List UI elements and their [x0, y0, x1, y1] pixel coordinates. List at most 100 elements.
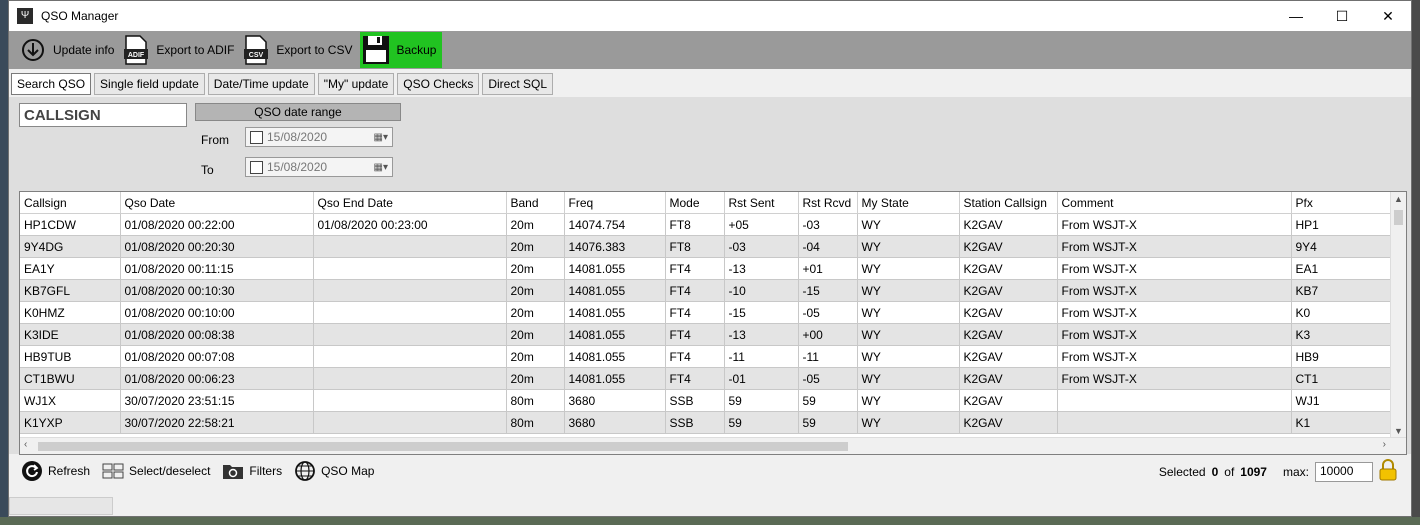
horizontal-scroll-thumb[interactable] — [38, 442, 848, 451]
cell-rst-sent: 59 — [724, 389, 799, 412]
table-row[interactable]: HP1CDW 01/08/2020 00:22:00 01/08/2020 00:2… — [20, 213, 1392, 236]
update-info-button[interactable]: Update info — [19, 32, 114, 68]
cell-rst-rcvd: -11 — [798, 345, 858, 368]
tab-my-update[interactable]: "My" update — [317, 73, 395, 95]
search-panel: CALLSIGN QSO date range From 15/08/2020 … — [9, 97, 1411, 455]
column-header-station-callsign[interactable]: Station Callsign — [959, 192, 1058, 214]
column-header-qso-end-date[interactable]: Qso End Date — [313, 192, 507, 214]
backup-label: Backup — [396, 43, 437, 57]
cell-comment: From WSJT-X — [1057, 257, 1292, 280]
column-header-rst-rcvd[interactable]: Rst Rcvd — [798, 192, 858, 214]
horizontal-scrollbar[interactable]: ‹ › — [20, 437, 1406, 454]
cell-rst-sent: -13 — [724, 323, 799, 346]
tab-direct-sql[interactable]: Direct SQL — [482, 73, 554, 95]
table-row[interactable]: EA1Y 01/08/2020 00:11:15 20m 14081.055 FT4 -1… — [20, 257, 1392, 280]
column-header-callsign[interactable]: Callsign — [20, 192, 121, 214]
tab-qso-checks[interactable]: QSO Checks — [397, 73, 480, 95]
export-csv-button[interactable]: CSV Export to CSV — [242, 32, 352, 68]
tab-date-time-update[interactable]: Date/Time update — [207, 73, 315, 95]
lock-icon[interactable] — [1379, 459, 1397, 484]
maximize-button[interactable]: ☐ — [1319, 1, 1365, 31]
cell-my-state: WY — [857, 389, 960, 412]
column-header-freq[interactable]: Freq — [564, 192, 666, 214]
cell-rst-sent: -11 — [724, 345, 799, 368]
scroll-left-icon[interactable]: ‹ — [24, 439, 27, 450]
cell-freq: 3680 — [564, 389, 666, 412]
to-date-checkbox[interactable] — [250, 160, 263, 174]
export-adif-label: Export to ADIF — [156, 43, 235, 57]
globe-icon — [294, 460, 316, 482]
cell-band: 80m — [506, 389, 565, 412]
cell-mode: FT4 — [665, 323, 725, 346]
cell-freq: 14081.055 — [564, 279, 666, 302]
title-bar[interactable]: Ψ QSO Manager — ☐ ✕ — [9, 1, 1411, 31]
cell-rst-rcvd: +01 — [798, 257, 858, 280]
cell-mode: FT4 — [665, 367, 725, 390]
from-date-picker[interactable]: 15/08/2020 ▦▾ — [245, 127, 393, 147]
qso-map-button[interactable]: QSO Map — [294, 460, 374, 482]
table-row[interactable]: KB7GFL 01/08/2020 00:10:30 20m 14081.055 FT4… — [20, 279, 1392, 302]
column-header-pfx[interactable]: Pfx — [1291, 192, 1392, 214]
table-row[interactable]: HB9TUB 01/08/2020 00:07:08 20m 14081.055 FT4… — [20, 345, 1392, 368]
backup-button[interactable]: Backup — [360, 32, 443, 68]
scroll-down-icon[interactable]: ▼ — [1394, 426, 1403, 436]
cell-station-callsign: K2GAV — [959, 301, 1058, 324]
qso-grid[interactable]: Callsign Qso Date Qso End Date Band Freq… — [19, 191, 1407, 455]
cell-pfx: K1 — [1291, 411, 1392, 434]
cell-band: 80m — [506, 411, 565, 434]
max-records-input[interactable]: 10000 — [1315, 461, 1373, 482]
refresh-button[interactable]: Refresh — [21, 460, 90, 482]
cell-callsign: K1YXP — [20, 411, 121, 434]
cell-station-callsign: K2GAV — [959, 367, 1058, 390]
cell-my-state: WY — [857, 279, 960, 302]
to-date-picker[interactable]: 15/08/2020 ▦▾ — [245, 157, 393, 177]
vertical-scroll-thumb[interactable] — [1394, 210, 1403, 225]
minimize-button[interactable]: — — [1273, 1, 1319, 31]
cell-my-state: WY — [857, 213, 960, 236]
close-button[interactable]: ✕ — [1365, 1, 1411, 31]
table-row[interactable]: K3IDE 01/08/2020 00:08:38 20m 14081.055 FT4-… — [20, 323, 1392, 346]
toolbar: Update info ADIF Export to ADIF CSV Expo… — [9, 31, 1411, 69]
window-controls: — ☐ ✕ — [1273, 1, 1411, 31]
cell-station-callsign: K2GAV — [959, 345, 1058, 368]
cell-band: 20m — [506, 301, 565, 324]
from-date-checkbox[interactable] — [250, 130, 263, 144]
cell-qso-date: 01/08/2020 00:08:38 — [120, 323, 314, 346]
vertical-scrollbar[interactable]: ▲ ▼ — [1390, 192, 1406, 438]
table-row[interactable]: K0HMZ 01/08/2020 00:10:00 20m 14081.055 FT4-… — [20, 301, 1392, 324]
calendar-dropdown-icon[interactable]: ▦▾ — [374, 132, 388, 143]
cell-rst-rcvd: -05 — [798, 301, 858, 324]
desktop-background-bottom — [0, 517, 1420, 525]
column-header-mode[interactable]: Mode — [665, 192, 725, 214]
column-header-comment[interactable]: Comment — [1057, 192, 1292, 214]
filters-button[interactable]: Filters — [222, 460, 282, 482]
scroll-up-icon[interactable]: ▲ — [1394, 194, 1403, 204]
table-row[interactable]: 9Y4DG 01/08/2020 00:20:30 20m 14076.383 FT8-… — [20, 235, 1392, 258]
adif-file-icon: ADIF — [122, 35, 150, 65]
tab-search-qso[interactable]: Search QSO — [11, 73, 92, 95]
callsign-input[interactable]: CALLSIGN — [19, 103, 187, 127]
table-header-row: Callsign Qso Date Qso End Date Band Freq… — [20, 192, 1392, 214]
cell-rst-rcvd: 59 — [798, 411, 858, 434]
from-label: From — [201, 133, 229, 147]
cell-pfx: EA1 — [1291, 257, 1392, 280]
column-header-band[interactable]: Band — [506, 192, 565, 214]
table-row[interactable]: K1YXP 30/07/2020 22:58:21 80m 3680 SSB 59 59 WY… — [20, 411, 1392, 434]
cell-my-state: WY — [857, 323, 960, 346]
column-header-qso-date[interactable]: Qso Date — [120, 192, 314, 214]
table-row[interactable]: CT1BWU 01/08/2020 00:06:23 20m 14081.055 FT4… — [20, 367, 1392, 390]
cell-station-callsign: K2GAV — [959, 389, 1058, 412]
scroll-right-icon[interactable]: › — [1383, 439, 1386, 450]
export-adif-button[interactable]: ADIF Export to ADIF — [122, 32, 234, 68]
selected-count: 0 — [1211, 464, 1219, 479]
column-header-rst-sent[interactable]: Rst Sent — [724, 192, 799, 214]
cell-comment: From WSJT-X — [1057, 345, 1292, 368]
table-row[interactable]: WJ1X 30/07/2020 23:51:15 80m 3680 SSB 59 59 WY K… — [20, 389, 1392, 412]
tab-single-field-update[interactable]: Single field update — [94, 73, 205, 95]
cell-rst-sent: 59 — [724, 411, 799, 434]
select-deselect-button[interactable]: Select/deselect — [102, 460, 210, 482]
qso-date-range-header: QSO date range — [195, 103, 401, 121]
calendar-dropdown-icon[interactable]: ▦▾ — [374, 162, 388, 173]
column-header-my-state[interactable]: My State — [857, 192, 960, 214]
filters-label: Filters — [249, 464, 283, 478]
